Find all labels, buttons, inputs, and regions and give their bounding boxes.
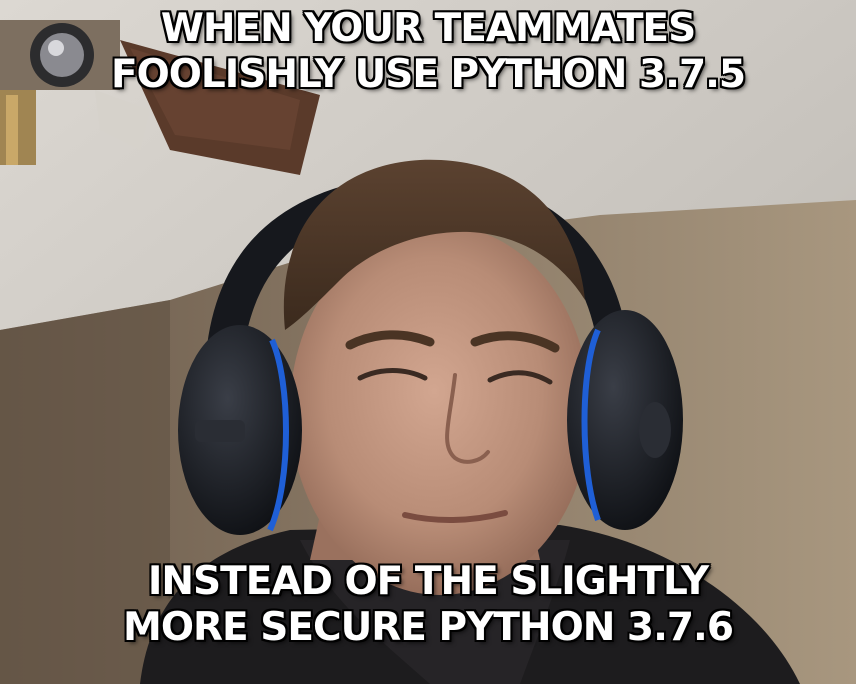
meme-image: WHEN YOUR TEAMMATES FOOLISHLY USE PYTHON… xyxy=(0,0,856,684)
top-caption-line-2: FOOLISHLY USE PYTHON 3.7.5 xyxy=(110,51,747,98)
right-headphone xyxy=(567,310,683,530)
top-caption: WHEN YOUR TEAMMATES FOOLISHLY USE PYTHON… xyxy=(0,5,856,98)
left-headphone xyxy=(178,325,302,535)
bottom-caption: INSTEAD OF THE SLIGHTLY MORE SECURE PYTH… xyxy=(0,558,856,651)
bottom-caption-line-1: INSTEAD OF THE SLIGHTLY xyxy=(147,558,710,605)
top-caption-line-1: WHEN YOUR TEAMMATES xyxy=(160,5,697,52)
bottom-caption-line-2: MORE SECURE PYTHON 3.7.6 xyxy=(122,604,734,651)
